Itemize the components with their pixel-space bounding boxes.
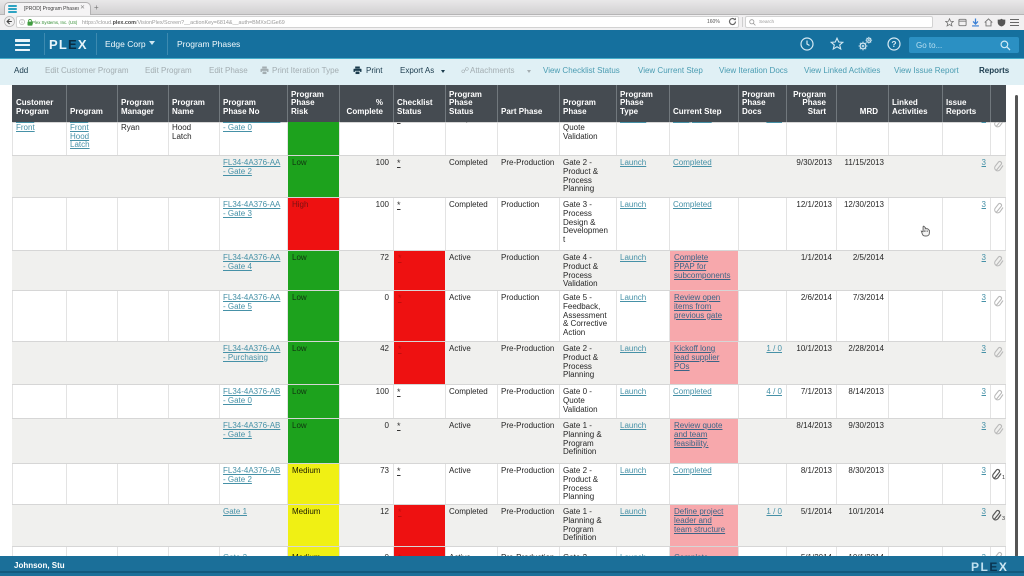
svg-text:?: ? xyxy=(891,39,896,49)
